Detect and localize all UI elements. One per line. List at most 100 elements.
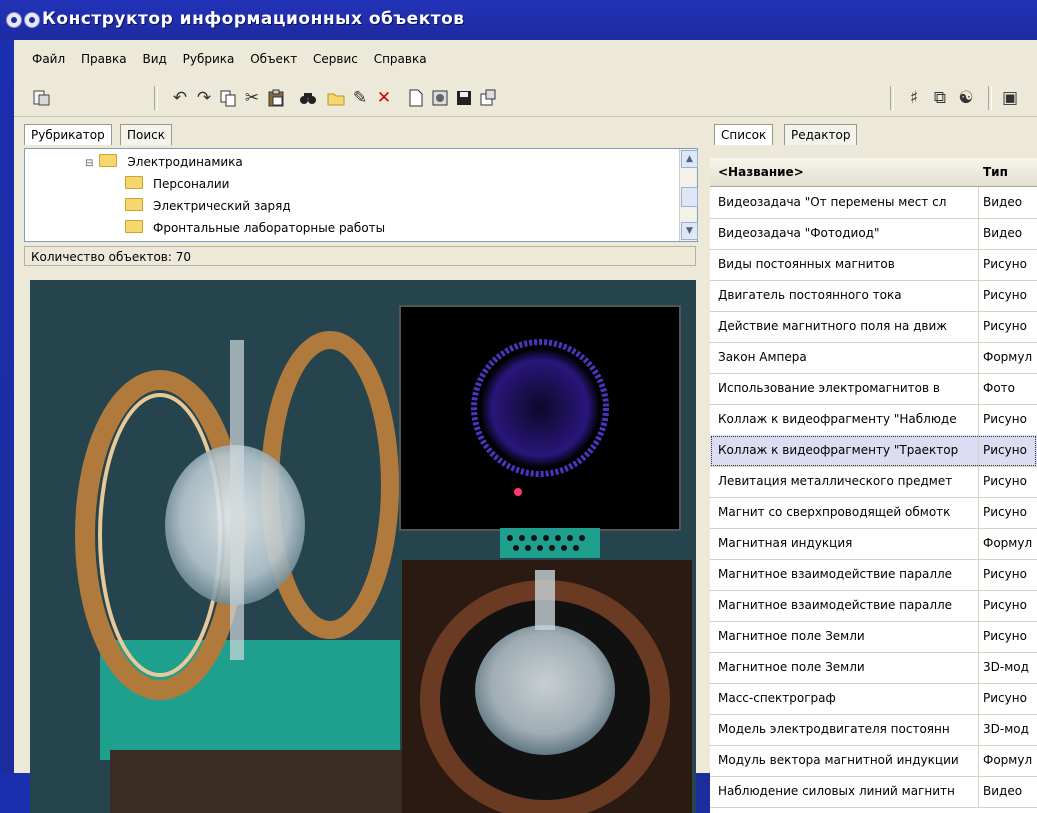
cell-name: Магнитное взаимодействие паралле: [718, 567, 953, 581]
table-row[interactable]: Коллаж к видеофрагменту "Наблюде Рисуно: [710, 404, 1037, 436]
tree-node-label: Электродинамика: [127, 155, 243, 169]
cell-name: Видеозадача "Фотодиод": [718, 226, 880, 240]
cell-type: Рисуно: [983, 443, 1027, 457]
tool-b-icon[interactable]: ⧉: [930, 88, 950, 108]
tree-node[interactable]: Электрический заряд: [125, 197, 291, 215]
properties-icon[interactable]: [478, 88, 498, 108]
table-row[interactable]: Видеозадача "От перемены мест сл Видео: [710, 187, 1037, 219]
table-row[interactable]: Использование электромагнитов в Фото: [710, 373, 1037, 405]
save-icon[interactable]: [454, 88, 474, 108]
cell-name: Модуль вектора магнитной индукции: [718, 753, 959, 767]
cell-type: Рисуно: [983, 598, 1027, 612]
tree-node-label: Персоналии: [153, 177, 230, 191]
tree-node[interactable]: Фронтальные лабораторные работы: [125, 219, 385, 237]
edit-icon[interactable]: ✎: [350, 88, 370, 108]
scroll-down-icon[interactable]: ▼: [681, 222, 698, 240]
menu-service[interactable]: Сервис: [313, 52, 358, 66]
tool-c-icon[interactable]: ☯: [956, 88, 976, 108]
cell-name: Магнитное поле Земли: [718, 629, 865, 643]
tab-search[interactable]: Поиск: [120, 124, 173, 145]
column-header-name[interactable]: <Название>: [718, 165, 804, 179]
table-row[interactable]: Коллаж к видеофрагменту "Траектор Рисуно: [710, 435, 1037, 467]
table-row[interactable]: Модуль вектора магнитной индукции Формул: [710, 745, 1037, 777]
table-row[interactable]: Закон Ампера Формул: [710, 342, 1037, 374]
cell-name: Виды постоянных магнитов: [718, 257, 895, 271]
table-row[interactable]: Масс-спектрограф Рисуно: [710, 683, 1037, 715]
cell-name: Магнитное поле Земли: [718, 660, 865, 674]
table-row[interactable]: Действие магнитного поля на движ Рисуно: [710, 311, 1037, 343]
copy-icon[interactable]: [218, 88, 238, 108]
cell-type: Рисуно: [983, 629, 1027, 643]
column-divider: [978, 435, 979, 466]
find-icon[interactable]: [298, 88, 318, 108]
column-divider: [978, 497, 979, 528]
column-header-type[interactable]: Тип: [983, 165, 1008, 179]
more-icon[interactable]: ▣: [1000, 88, 1020, 108]
tree-node[interactable]: Персоналии: [125, 175, 229, 193]
delete-icon[interactable]: ✕: [374, 88, 394, 108]
paste-icon[interactable]: [266, 88, 286, 108]
open-icon[interactable]: [326, 88, 346, 108]
menu-help[interactable]: Справка: [374, 52, 427, 66]
window-title: Конструктор информационных объектов: [42, 9, 465, 29]
menu-file[interactable]: Файл: [32, 52, 65, 66]
folder-open-icon: [99, 154, 118, 167]
cut-icon[interactable]: ✂: [242, 88, 262, 108]
table-row[interactable]: Левитация металлического предмет Рисуно: [710, 466, 1037, 498]
tab-rubricator[interactable]: Рубрикатор: [24, 124, 112, 145]
collapse-icon[interactable]: ⊟: [85, 158, 93, 169]
cell-name: Магнит со сверхпроводящей обмотк: [718, 505, 951, 519]
redo-icon[interactable]: ↷: [194, 88, 214, 108]
toolbar-separator: [154, 86, 158, 110]
tree-node-label: Электрический заряд: [153, 199, 291, 213]
objects-grid: <Название> Тип Видеозадача "От перемены …: [710, 158, 1037, 813]
table-row[interactable]: Магнит со сверхпроводящей обмотк Рисуно: [710, 497, 1037, 529]
menu-edit[interactable]: Правка: [81, 52, 127, 66]
cell-type: 3D-мод: [983, 722, 1029, 736]
table-row[interactable]: Магнитное поле Земли 3D-мод: [710, 652, 1037, 684]
tool-a-icon[interactable]: ♯: [904, 88, 924, 108]
cell-type: Формул: [983, 536, 1033, 550]
column-divider: [978, 187, 979, 218]
scroll-up-icon[interactable]: ▲: [681, 150, 698, 168]
tab-list[interactable]: Список: [714, 124, 774, 145]
cell-type: Видео: [983, 784, 1023, 798]
window-menu-icon[interactable]: [6, 12, 22, 28]
new-doc-icon[interactable]: [406, 88, 426, 108]
cell-type: Рисуно: [983, 691, 1027, 705]
tree-scrollbar[interactable]: ▲ ▼: [679, 149, 698, 241]
rubric-tree: ⊟ Электродинамика Персоналии Электрически…: [24, 148, 698, 242]
folder-icon: [125, 220, 143, 233]
cell-name: Действие магнитного поля на движ: [718, 319, 948, 333]
column-divider: [978, 559, 979, 590]
table-row[interactable]: Магнитное взаимодействие паралле Рисуно: [710, 590, 1037, 622]
column-divider: [978, 621, 979, 652]
toolbar-separator: [988, 86, 992, 110]
menu-view[interactable]: Вид: [142, 52, 166, 66]
cell-name: Модель электродвигателя постоянн: [718, 722, 950, 736]
cell-name: Масс-спектрограф: [718, 691, 836, 705]
table-row[interactable]: Виды постоянных магнитов Рисуно: [710, 249, 1037, 281]
cell-type: Формул: [983, 350, 1033, 364]
undo-icon[interactable]: ↶: [170, 88, 190, 108]
table-row[interactable]: Наблюдение силовых линий магнитн Видео: [710, 776, 1037, 808]
database-icon[interactable]: [32, 88, 52, 108]
table-row[interactable]: Магнитная индукция Формул: [710, 528, 1037, 560]
scroll-thumb[interactable]: [681, 187, 698, 207]
menu-rubric[interactable]: Рубрика: [183, 52, 235, 66]
right-tabs: Список Редактор: [714, 124, 1014, 146]
column-divider: [978, 342, 979, 373]
table-row[interactable]: Магнитное взаимодействие паралле Рисуно: [710, 559, 1037, 591]
table-row[interactable]: Двигатель постоянного тока Рисуно: [710, 280, 1037, 312]
table-row[interactable]: Видеозадача "Фотодиод" Видео: [710, 218, 1037, 250]
tree-node-root[interactable]: ⊟ Электродинамика: [85, 153, 243, 171]
settings-icon[interactable]: [430, 88, 450, 108]
object-count-status: Количество объектов: 70: [24, 246, 696, 266]
tab-editor[interactable]: Редактор: [784, 124, 858, 145]
menu-object[interactable]: Объект: [250, 52, 297, 66]
cell-type: Формул: [983, 753, 1033, 767]
cell-type: Рисуно: [983, 505, 1027, 519]
table-row[interactable]: Магнитное поле Земли Рисуно: [710, 621, 1037, 653]
table-row[interactable]: Модель электродвигателя постоянн 3D-мод: [710, 714, 1037, 746]
cell-name: Магнитная индукция: [718, 536, 853, 550]
